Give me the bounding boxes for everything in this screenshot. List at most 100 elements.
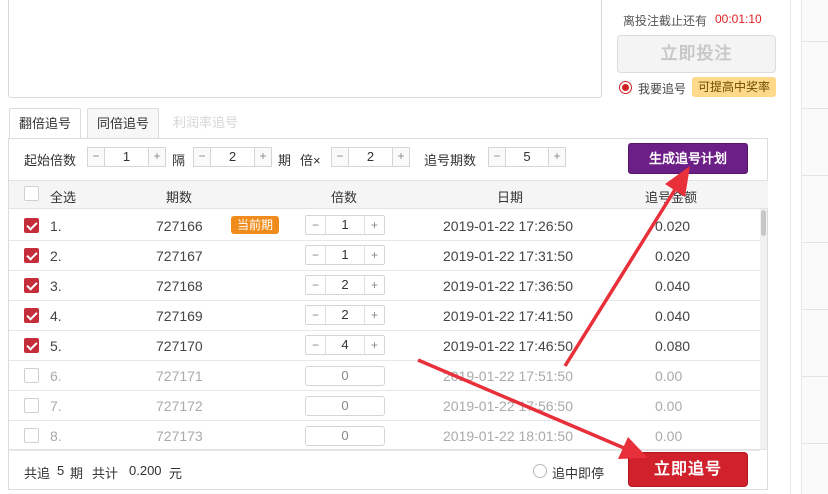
- row-date: 2019-01-22 17:26:50: [443, 218, 573, 234]
- plus-icon[interactable]: +: [364, 306, 384, 324]
- row-checkbox[interactable]: [24, 368, 39, 383]
- row-period: 727168: [156, 278, 203, 294]
- row-index: 5.: [50, 338, 62, 354]
- every-label: 隔: [172, 153, 186, 168]
- row-amount: 0.020: [655, 248, 691, 264]
- generate-plan-button[interactable]: 生成追号计划: [628, 143, 748, 174]
- row-checkbox[interactable]: [24, 428, 39, 443]
- tab-double-chase[interactable]: 翻倍追号: [9, 108, 82, 139]
- row-divider: [9, 420, 760, 421]
- plus-icon[interactable]: +: [364, 276, 384, 294]
- row-amount: 0.040: [655, 308, 691, 324]
- times-stepper[interactable]: − 2 +: [331, 147, 410, 167]
- stop-on-win-radio[interactable]: [533, 464, 547, 478]
- row-divider: [9, 360, 760, 361]
- plus-icon[interactable]: +: [254, 148, 271, 166]
- row-period: 727167: [156, 248, 203, 264]
- row-checkbox[interactable]: [24, 308, 39, 323]
- side-divider: [801, 376, 828, 377]
- minus-icon[interactable]: −: [88, 148, 105, 166]
- chase-periods-stepper[interactable]: − 5 +: [488, 147, 566, 167]
- minus-icon[interactable]: −: [194, 148, 211, 166]
- minus-icon[interactable]: −: [332, 148, 349, 166]
- row-divider: [9, 300, 760, 301]
- footer-divider: [9, 449, 768, 450]
- currency-unit: 元: [169, 466, 183, 481]
- plus-icon[interactable]: +: [364, 246, 384, 264]
- row-multiple-value[interactable]: 1: [326, 216, 364, 234]
- row-multiple-stepper[interactable]: −2 +: [305, 305, 385, 325]
- bet-content-textarea[interactable]: [8, 0, 602, 98]
- row-multiple-input[interactable]: 0: [305, 426, 385, 446]
- row-checkbox[interactable]: [24, 278, 39, 293]
- row-multiple-input[interactable]: 0: [305, 396, 385, 416]
- side-divider: [801, 242, 828, 243]
- chase-now-button[interactable]: 立即追号: [628, 452, 748, 487]
- row-period: 727166: [156, 218, 203, 234]
- row-date: 2019-01-22 17:36:50: [443, 278, 573, 294]
- row-multiple-stepper[interactable]: −2 +: [305, 275, 385, 295]
- every-stepper[interactable]: − 2 +: [193, 147, 272, 167]
- row-multiple-value[interactable]: 2: [326, 276, 364, 294]
- row-index: 8.: [50, 428, 62, 444]
- header-select-all[interactable]: 全选: [50, 187, 76, 206]
- want-chase-label[interactable]: 我要追号: [638, 80, 686, 97]
- row-checkbox[interactable]: [24, 398, 39, 413]
- tab-same-chase[interactable]: 同倍追号: [87, 108, 160, 138]
- plus-icon[interactable]: +: [392, 148, 409, 166]
- period-unit: 期: [70, 466, 84, 481]
- row-amount: 0.00: [655, 398, 683, 414]
- stop-on-win-label[interactable]: 追中即停: [552, 463, 604, 482]
- row-multiple-stepper[interactable]: −1 +: [305, 215, 385, 235]
- row-amount: 0.040: [655, 278, 691, 294]
- row-date: 2019-01-22 18:01:50: [443, 428, 573, 444]
- sum-label: 共计: [92, 466, 119, 481]
- row-index: 3.: [50, 278, 62, 294]
- minus-icon[interactable]: −: [306, 336, 326, 354]
- table-scrollbar[interactable]: [760, 209, 767, 449]
- table-scrollbar-thumb[interactable]: [761, 210, 766, 236]
- select-all-checkbox[interactable]: [24, 186, 39, 201]
- row-multiple-value[interactable]: 1: [326, 246, 364, 264]
- minus-icon[interactable]: −: [306, 246, 326, 264]
- row-period: 727170: [156, 338, 203, 354]
- minus-icon[interactable]: −: [306, 276, 326, 294]
- row-checkbox[interactable]: [24, 338, 39, 353]
- row-multiple-input[interactable]: 0: [305, 366, 385, 386]
- plus-icon[interactable]: +: [364, 336, 384, 354]
- plus-icon[interactable]: +: [148, 148, 165, 166]
- times-value[interactable]: 2: [349, 148, 392, 166]
- row-multiple-stepper[interactable]: −4 +: [305, 335, 385, 355]
- row-multiple-stepper[interactable]: −1 +: [305, 245, 385, 265]
- row-date: 2019-01-22 17:56:50: [443, 398, 573, 414]
- minus-icon[interactable]: −: [489, 148, 506, 166]
- start-multiple-stepper[interactable]: − 1 +: [87, 147, 166, 167]
- row-index: 4.: [50, 308, 62, 324]
- header-date: 日期: [497, 190, 524, 205]
- row-index: 2.: [50, 248, 62, 264]
- row-index: 1.: [50, 218, 62, 234]
- bet-now-button[interactable]: 立即投注: [617, 35, 776, 73]
- plus-icon[interactable]: +: [548, 148, 565, 166]
- side-divider: [801, 175, 828, 176]
- minus-icon[interactable]: −: [306, 306, 326, 324]
- row-amount: 0.020: [655, 218, 691, 234]
- row-multiple-value[interactable]: 4: [326, 336, 364, 354]
- start-multiple-value[interactable]: 1: [105, 148, 148, 166]
- side-divider: [801, 41, 828, 42]
- tab-profit-chase[interactable]: 利润率追号: [164, 108, 247, 138]
- want-chase-radio[interactable]: [619, 81, 632, 94]
- minus-icon[interactable]: −: [306, 216, 326, 234]
- row-checkbox[interactable]: [24, 248, 39, 263]
- row-period: 727169: [156, 308, 203, 324]
- every-value[interactable]: 2: [211, 148, 254, 166]
- header-multiple: 倍数: [331, 190, 358, 205]
- row-checkbox[interactable]: [24, 218, 39, 233]
- row-index: 7.: [50, 398, 62, 414]
- current-period-badge: 当前期: [231, 216, 280, 234]
- plus-icon[interactable]: +: [364, 216, 384, 234]
- row-period: 727173: [156, 428, 203, 444]
- row-multiple-value[interactable]: 2: [326, 306, 364, 324]
- row-period: 727171: [156, 368, 203, 384]
- chase-periods-value[interactable]: 5: [506, 148, 548, 166]
